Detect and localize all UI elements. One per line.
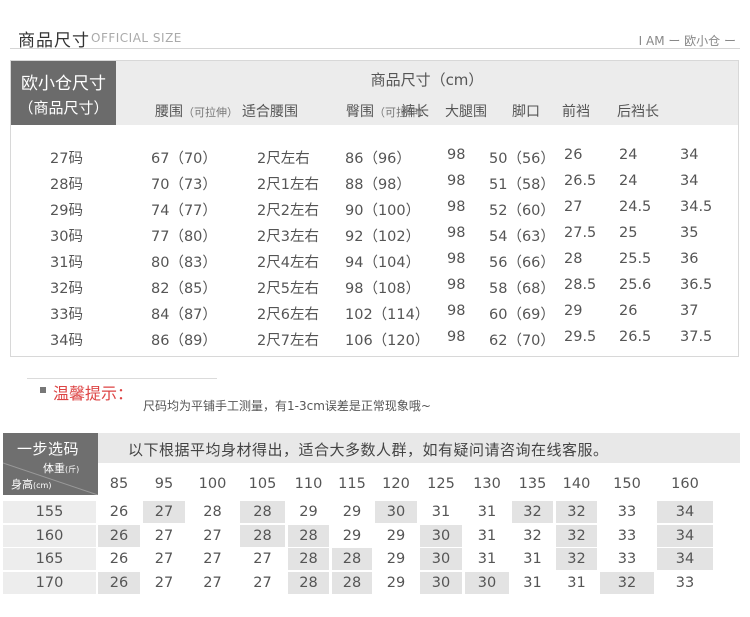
size-recommend-cell: 31 — [477, 551, 497, 567]
weight-header: 140 — [562, 476, 591, 492]
height-row-label: 165 — [3, 548, 96, 570]
weight-header: 160 — [671, 476, 699, 492]
size-recommend-cell: 31 — [523, 574, 542, 591]
size-recommend-cell: 28 — [332, 571, 372, 594]
weight-header: 130 — [473, 476, 501, 492]
size-recommend-cell: 32 — [600, 571, 654, 594]
size-recommend-cell: 26 — [98, 524, 140, 547]
size-recommend-cell: 28 — [332, 548, 372, 570]
weight-header: 85 — [109, 476, 129, 492]
weight-header: 115 — [338, 476, 366, 492]
weight-header: 110 — [294, 476, 323, 492]
size-recommend-cell: 28 — [288, 571, 329, 594]
size-recommend-cell: 29 — [342, 527, 362, 544]
recommend-banner: 以下根据平均身材得出，适合大多数人群，如有疑问请咨询在线客服。 — [128, 441, 609, 459]
size-recommend-cell: 30 — [420, 548, 462, 570]
weight-header: 100 — [198, 476, 227, 492]
size-recommend-cell: 34 — [657, 524, 713, 547]
weight-header: 95 — [154, 476, 174, 492]
weight-header: 150 — [613, 476, 641, 492]
size-recommend-cell: 27 — [253, 551, 272, 567]
size-recommend-cell: 31 — [567, 574, 586, 591]
size-recommend-cell: 32 — [556, 548, 597, 570]
size-recommend-cell: 30 — [420, 571, 462, 594]
size-recommend-cell: 27 — [253, 574, 272, 591]
size-recommend-cell: 28 — [240, 501, 285, 523]
size-recommend-cell: 28 — [240, 524, 285, 547]
size-recommend-cell: 32 — [556, 501, 597, 523]
size-recommend-cell: 29 — [386, 574, 406, 591]
size-recommend-cell: 30 — [375, 501, 417, 523]
size-recommendation: 一步选码 体重(斤) 身高(cm) 以下根据平均身材得出，适合大多数人群，如有疑… — [0, 0, 750, 617]
size-recommend-cell: 26 — [109, 504, 129, 520]
size-recommend-cell: 26 — [109, 551, 129, 567]
weight-header: 120 — [382, 476, 410, 492]
size-recommend-cell: 33 — [617, 504, 637, 520]
height-row-label: 155 — [3, 501, 96, 523]
size-recommend-cell: 30 — [420, 524, 462, 547]
size-recommend-cell: 29 — [386, 527, 406, 544]
size-recommend-cell: 31 — [477, 504, 497, 520]
size-recommend-cell: 28 — [203, 504, 222, 520]
size-recommend-cell: 27 — [154, 574, 174, 591]
corner-diagonal — [3, 462, 98, 495]
size-recommend-cell: 28 — [288, 548, 329, 570]
size-recommend-cell: 33 — [617, 551, 637, 567]
size-recommend-cell: 29 — [386, 551, 406, 567]
size-recommend-cell: 29 — [342, 504, 362, 520]
size-recommend-cell: 33 — [675, 574, 695, 591]
size-recommend-cell: 30 — [465, 571, 509, 594]
size-recommend-cell: 27 — [203, 527, 222, 544]
weight-header: 135 — [518, 476, 547, 492]
height-row-label: 160 — [3, 524, 96, 547]
size-recommend-cell: 32 — [512, 501, 553, 523]
weight-header: 105 — [248, 476, 277, 492]
size-recommend-cell: 31 — [431, 504, 451, 520]
size-recommend-cell: 27 — [143, 501, 185, 523]
size-recommend-cell: 28 — [288, 524, 329, 547]
size-recommend-cell: 27 — [154, 527, 174, 544]
size-recommend-cell: 33 — [617, 527, 637, 544]
size-recommend-cell: 27 — [203, 551, 222, 567]
size-recommend-cell: 29 — [299, 504, 318, 520]
size-recommend-cell: 32 — [556, 524, 597, 547]
height-row-label: 170 — [3, 571, 96, 594]
size-recommend-cell: 34 — [657, 501, 713, 523]
size-recommend-cell: 32 — [523, 527, 542, 544]
size-recommend-cell: 31 — [523, 551, 542, 567]
size-recommend-cell: 26 — [98, 571, 140, 594]
size-recommend-cell: 34 — [657, 548, 713, 570]
weight-header: 125 — [427, 476, 455, 492]
size-recommend-cell: 27 — [203, 574, 222, 591]
size-recommend-cell: 31 — [477, 527, 497, 544]
size-recommend-cell: 27 — [154, 551, 174, 567]
